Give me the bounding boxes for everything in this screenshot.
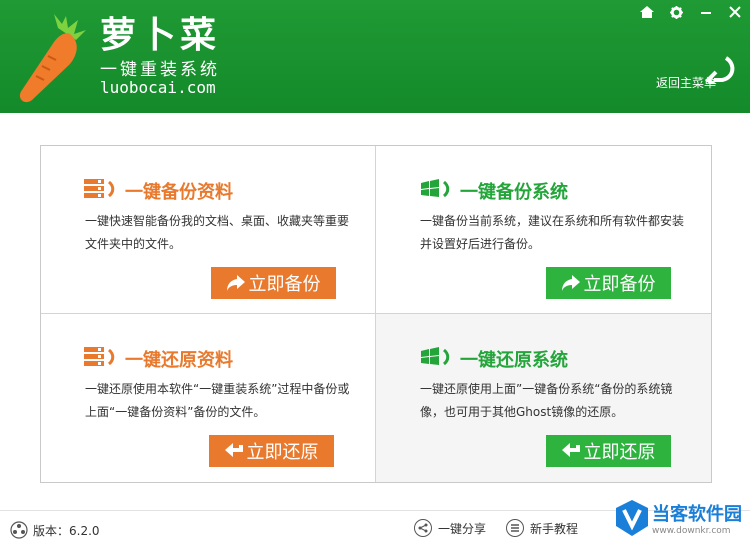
button-label: 立即备份 [583, 274, 656, 295]
card-title: 一键还原系统 [460, 350, 568, 371]
watermark-url: www.downkr.com [652, 526, 731, 536]
tutorial-link[interactable]: 新手教程 [506, 519, 578, 537]
share-icon [414, 519, 432, 537]
share-arrow-icon [226, 275, 245, 291]
brand-slogan: 一键重装系统 [100, 60, 220, 80]
backup-system-button[interactable]: 立即备份 [546, 267, 671, 299]
close-button[interactable] [721, 0, 749, 24]
back-label: 返回主菜单 [656, 76, 717, 90]
share-label: 一键分享 [438, 521, 487, 536]
version-label: 版本：6.2.0 [33, 523, 100, 538]
card-title: 一键备份系统 [460, 182, 568, 203]
minimize-button[interactable] [692, 0, 720, 24]
brand-url: luobocai.com [100, 78, 216, 97]
backup-data-button[interactable]: 立即备份 [211, 267, 336, 299]
action-grid: 一键备份资料 一键快速智能备份我的文档、桌面、收藏夹等重要文件夹中的文件。 立即… [40, 145, 712, 483]
button-label: 立即还原 [583, 442, 656, 463]
tutorial-label: 新手教程 [530, 521, 579, 536]
restore-data-button[interactable]: 立即还原 [209, 435, 334, 467]
watermark-logo-icon [616, 500, 648, 536]
home-icon [640, 6, 654, 18]
card-title: 一键备份资料 [125, 182, 233, 203]
return-arrow-icon [224, 443, 243, 457]
card-description: 一键还原使用本软件“一键重装系统”过程中备份或上面“一键备份资料”备份的文件。 [85, 382, 350, 419]
share-link[interactable]: 一键分享 [414, 519, 486, 537]
back-to-menu-button[interactable]: 返回主菜单 [652, 54, 742, 94]
card-description: 一键还原使用上面”一键备份系统“备份的系统镜像，也可用于其他Ghost镜像的还原… [420, 382, 673, 419]
list-icon [506, 519, 524, 537]
flower-icon [10, 521, 28, 539]
card-restore-system: 一键还原系统 一键还原使用上面”一键备份系统“备份的系统镜像，也可用于其他Gho… [376, 314, 711, 482]
card-description: 一键备份当前系统，建议在系统和所有软件都安装并设置好后进行备份。 [420, 214, 685, 251]
gear-icon [669, 5, 683, 19]
watermark-text: 当客软件园 [652, 504, 742, 525]
card-backup-data: 一键备份资料 一键快速智能备份我的文档、桌面、收藏夹等重要文件夹中的文件。 立即… [41, 146, 376, 314]
windows-logo-icon [421, 347, 450, 366]
carrot-logo-icon [19, 14, 86, 103]
settings-button[interactable] [662, 0, 690, 24]
button-label: 立即备份 [248, 274, 321, 295]
card-description: 一键快速智能备份我的文档、桌面、收藏夹等重要文件夹中的文件。 [85, 214, 350, 251]
drive-stack-icon [84, 179, 115, 198]
return-arrow-icon [561, 443, 580, 457]
minimize-icon [701, 12, 711, 14]
watermark: 当客软件园 www.downkr.com [612, 494, 750, 545]
share-arrow-icon [561, 275, 580, 291]
card-restore-data: 一键还原资料 一键还原使用本软件“一键重装系统”过程中备份或上面“一键备份资料”… [41, 314, 376, 482]
card-backup-system: 一键备份系统 一键备份当前系统，建议在系统和所有软件都安装并设置好后进行备份。 … [376, 146, 711, 314]
restore-system-button[interactable]: 立即还原 [546, 435, 671, 467]
app-header: 萝卜菜 一键重装系统 luobocai.com 返回主菜单 [0, 0, 750, 113]
brand-name: 萝卜菜 [100, 15, 221, 56]
drive-stack-icon [84, 347, 115, 366]
home-button[interactable] [633, 0, 661, 24]
button-label: 立即还原 [246, 442, 319, 463]
windows-logo-icon [421, 179, 450, 198]
version-info: 版本：6.2.0 [10, 521, 100, 539]
card-title: 一键还原资料 [125, 350, 233, 371]
close-icon [729, 6, 741, 18]
